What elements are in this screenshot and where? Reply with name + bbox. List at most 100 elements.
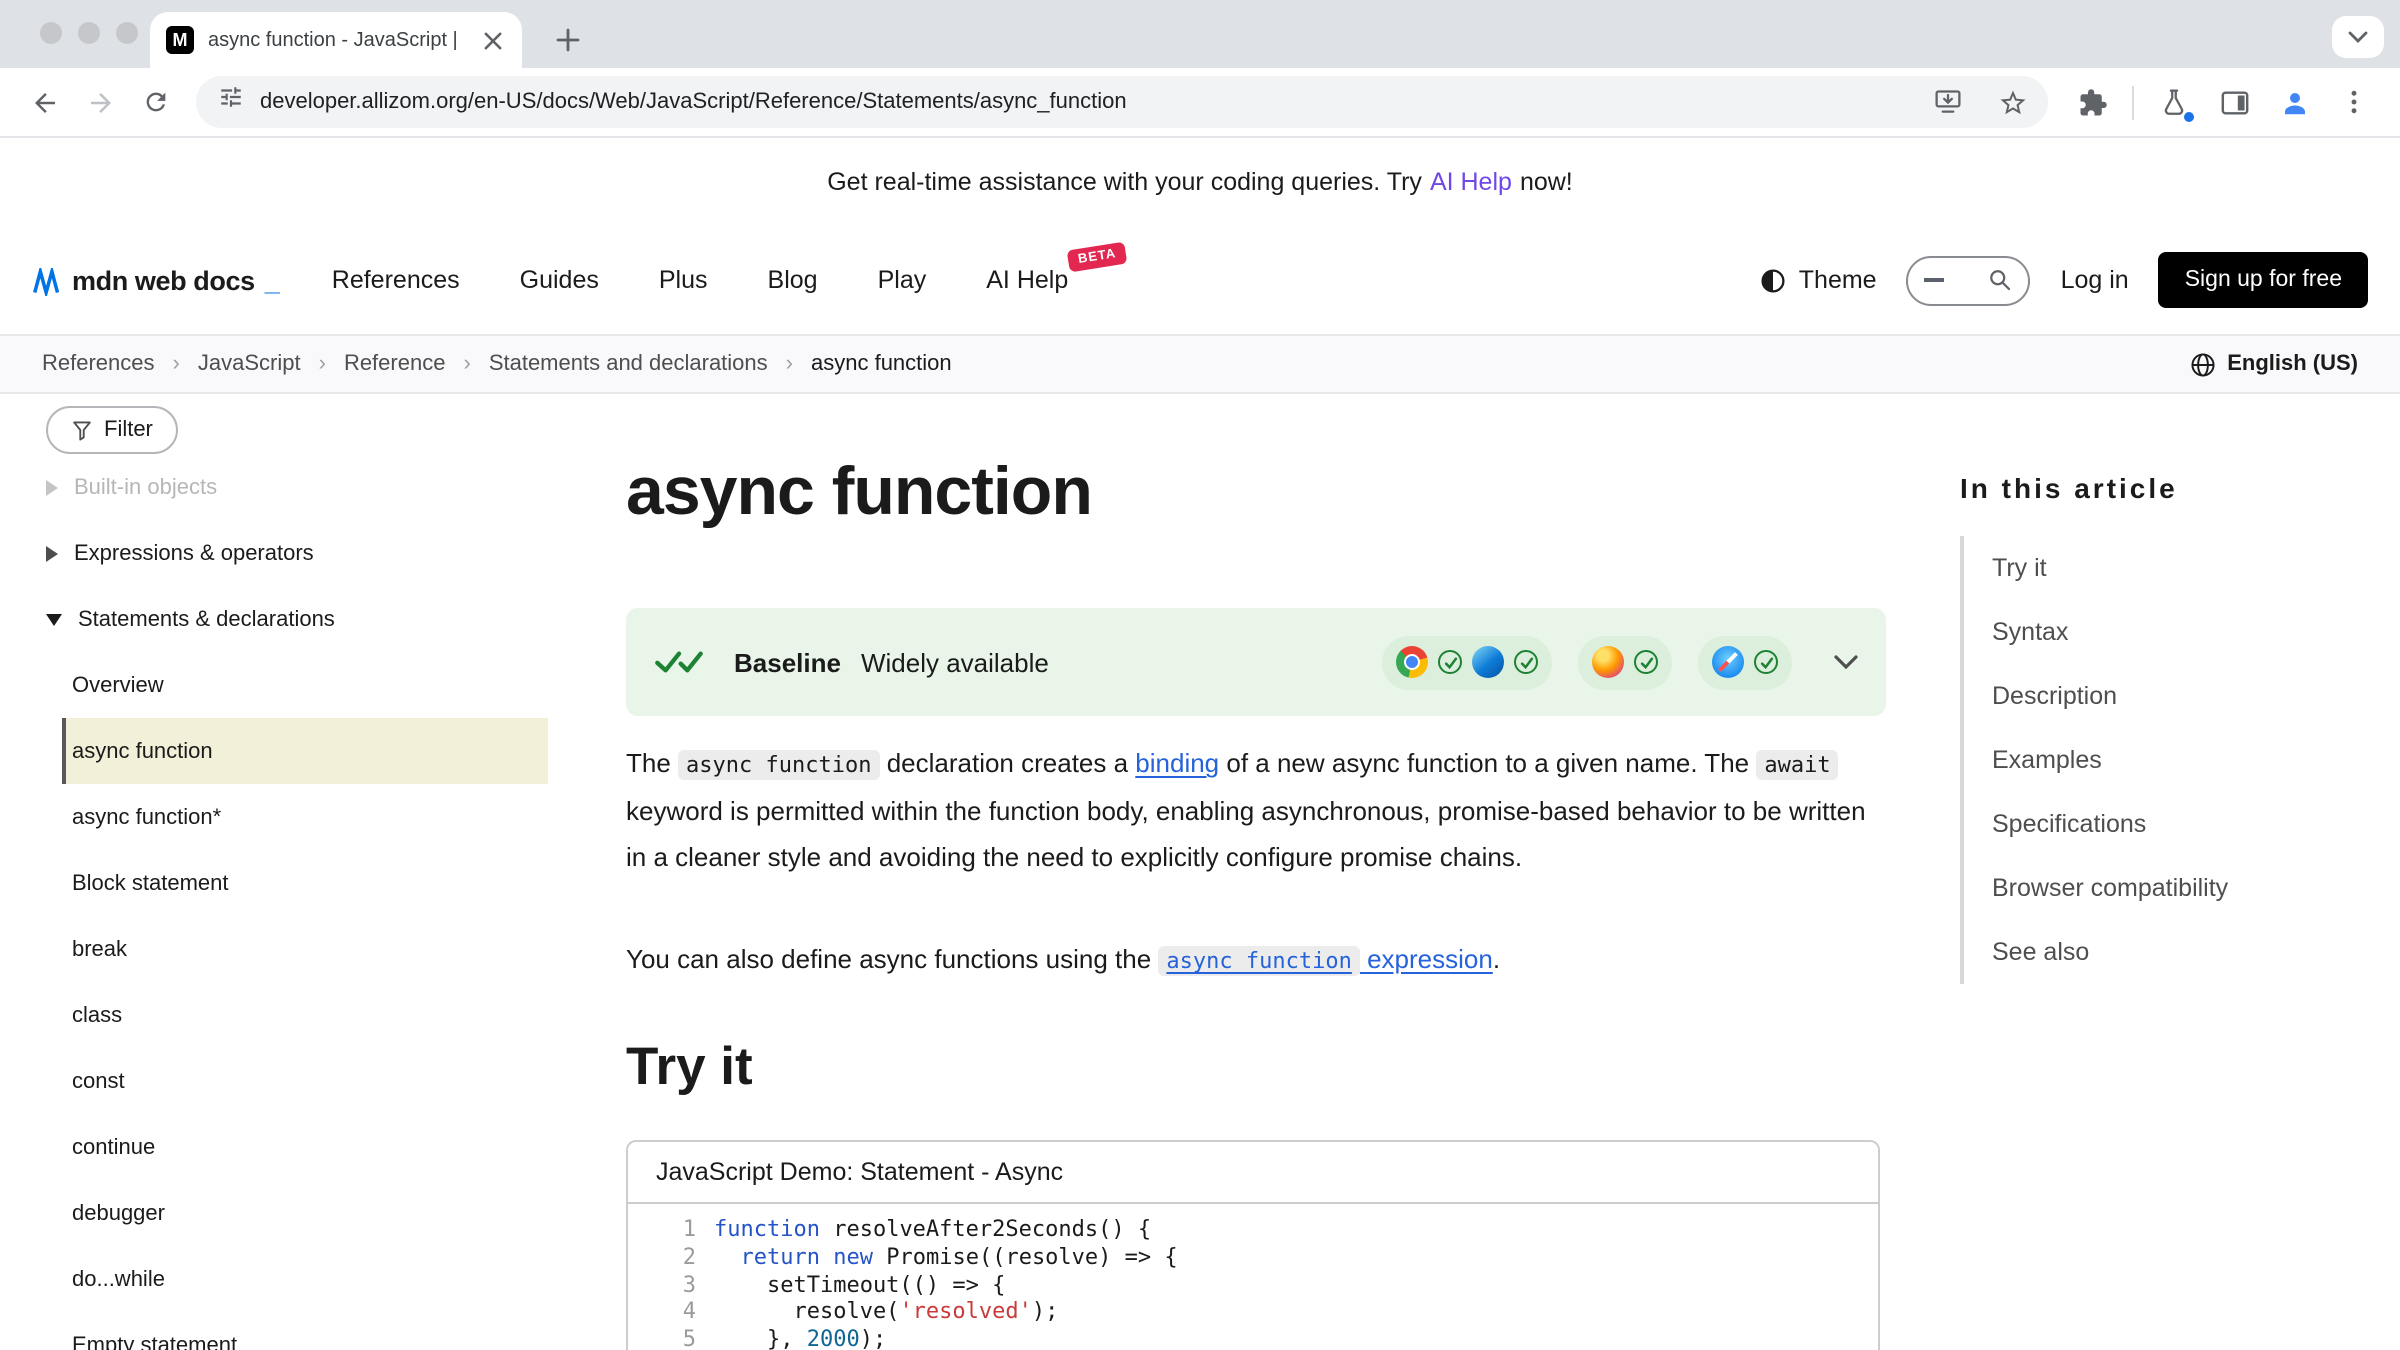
bookmark-star-icon[interactable]	[1988, 78, 2036, 126]
line-number: 3	[636, 1271, 696, 1299]
nav-ai-help[interactable]: AI Help BETA	[986, 266, 1068, 294]
primary-nav: References Guides Plus Blog Play AI Help…	[332, 266, 1068, 294]
toc-item-specifications[interactable]: Specifications	[1992, 792, 2400, 856]
zoom-window-button[interactable]	[116, 22, 138, 44]
sidebar-item-class[interactable]: class	[62, 982, 548, 1048]
chip-firefox	[1578, 635, 1672, 689]
search-cursor	[1925, 278, 1945, 282]
line-number: 2	[636, 1244, 696, 1272]
page-title: async function	[626, 454, 1886, 532]
toc-item-try-it[interactable]: Try it	[1992, 536, 2400, 600]
sidebar-sublist: Overview async function async function* …	[62, 652, 614, 1350]
language-selector[interactable]: English (US)	[2189, 351, 2358, 377]
sidebar-section-statements-declarations[interactable]: Statements & declarations	[46, 586, 614, 652]
new-tab-button[interactable]	[548, 20, 588, 60]
page-content: Filter Built-in objects Expressions & op…	[0, 394, 2400, 1350]
crumb-references[interactable]: References	[42, 352, 155, 376]
logo-wordmark: mdn web docs	[72, 265, 255, 295]
sidebar-item-const[interactable]: const	[62, 1048, 548, 1114]
promo-text-before: Get real-time assistance with your codin…	[827, 168, 1422, 196]
baseline-label: Baseline	[734, 647, 841, 677]
code-line: 1 function resolveAfter2Seconds() {	[636, 1216, 1878, 1244]
tab-close-icon[interactable]	[478, 26, 506, 54]
nav-plus[interactable]: Plus	[659, 266, 708, 294]
code-text: function resolveAfter2Seconds() {	[714, 1216, 1151, 1244]
back-button[interactable]	[16, 74, 72, 130]
experiments-beaker-icon[interactable]	[2146, 74, 2202, 130]
crumb-javascript[interactable]: JavaScript	[198, 352, 301, 376]
demo-code-editor[interactable]: 1 function resolveAfter2Seconds() { 2 re…	[628, 1204, 1878, 1350]
login-link[interactable]: Log in	[2061, 266, 2129, 294]
code-text: }, 2000);	[714, 1326, 886, 1350]
nav-references[interactable]: References	[332, 266, 460, 294]
baseline-expand-button[interactable]	[1834, 654, 1858, 670]
window-controls	[40, 22, 138, 44]
reload-button[interactable]	[128, 74, 184, 130]
chrome-icon	[1396, 646, 1428, 678]
nav-play[interactable]: Play	[878, 266, 927, 294]
sidebar-section-label: Expressions & operators	[74, 541, 314, 565]
sidebar-item-block-statement[interactable]: Block statement	[62, 850, 548, 916]
demo-title: JavaScript Demo: Statement - Async	[628, 1142, 1878, 1204]
extensions-icon[interactable]	[2064, 74, 2120, 130]
sidebar-item-break[interactable]: break	[62, 916, 548, 982]
code-text: return new Promise((resolve) => {	[714, 1244, 1178, 1272]
close-window-button[interactable]	[40, 22, 62, 44]
sidebar-item-overview[interactable]: Overview	[62, 652, 548, 718]
site-settings-icon[interactable]	[218, 84, 244, 120]
address-bar[interactable]: developer.allizom.org/en-US/docs/Web/Jav…	[196, 76, 2048, 128]
caret-right-icon	[46, 545, 58, 561]
minimize-window-button[interactable]	[78, 22, 100, 44]
mdn-logo[interactable]: mdn web docs_	[32, 265, 280, 295]
toc-item-examples[interactable]: Examples	[1992, 728, 2400, 792]
article-main: async function Baseline Widely available	[626, 394, 1886, 1350]
interactive-demo: JavaScript Demo: Statement - Async 1 fun…	[626, 1140, 1880, 1350]
baseline-check-icon	[654, 648, 714, 676]
signup-button[interactable]: Sign up for free	[2159, 252, 2368, 308]
filter-label: Filter	[104, 418, 153, 442]
toc-list: Try it Syntax Description Examples Speci…	[1960, 536, 2400, 984]
toc-item-browser-compatibility[interactable]: Browser compatibility	[1992, 856, 2400, 920]
profile-avatar-icon[interactable]	[2266, 74, 2322, 130]
forward-button[interactable]	[72, 74, 128, 130]
toolbar-actions	[2064, 74, 2382, 130]
sidebar-item-do-while[interactable]: do...while	[62, 1246, 548, 1312]
url-text[interactable]: developer.allizom.org/en-US/docs/Web/Jav…	[260, 90, 1908, 114]
tab-search-button[interactable]	[2332, 16, 2384, 58]
menu-kebab-icon[interactable]	[2326, 74, 2382, 130]
sidebar-section-label: Statements & declarations	[78, 607, 335, 631]
toc-sidebar: In this article Try it Syntax Descriptio…	[1886, 394, 2400, 1350]
sidebar-item-continue[interactable]: continue	[62, 1114, 548, 1180]
browser-support-chips	[1382, 635, 1792, 689]
side-panel-icon[interactable]	[2206, 74, 2262, 130]
notification-dot	[2184, 112, 2194, 122]
browser-tab[interactable]: M async function - JavaScript |	[150, 12, 522, 68]
sidebar-section-built-in-objects[interactable]: Built-in objects	[46, 454, 614, 520]
theme-label: Theme	[1799, 266, 1877, 294]
crumb-reference[interactable]: Reference	[344, 352, 446, 376]
sidebar-item-empty-statement[interactable]: Empty statement	[62, 1312, 548, 1350]
nav-blog[interactable]: Blog	[768, 266, 818, 294]
ai-help-link[interactable]: AI Help	[1430, 168, 1512, 196]
filter-button[interactable]: Filter	[46, 406, 179, 454]
sidebar-item-debugger[interactable]: debugger	[62, 1180, 548, 1246]
theme-toggle[interactable]: Theme	[1761, 266, 1877, 294]
toc-item-description[interactable]: Description	[1992, 664, 2400, 728]
line-number: 5	[636, 1326, 696, 1350]
toc-item-see-also[interactable]: See also	[1992, 920, 2400, 984]
supported-check-icon	[1754, 650, 1778, 674]
code-line: 2 return new Promise((resolve) => {	[636, 1244, 1878, 1272]
sidebar-item-async-function-star[interactable]: async function*	[62, 784, 548, 850]
baseline-status: Widely available	[861, 647, 1049, 677]
search-input[interactable]	[1907, 255, 2031, 305]
nav-guides[interactable]: Guides	[520, 266, 599, 294]
sidebar-item-async-function[interactable]: async function	[62, 718, 548, 784]
toc-title: In this article	[1960, 470, 2400, 506]
install-app-icon[interactable]	[1924, 78, 1972, 126]
intro-paragraph: The async function declaration creates a…	[626, 740, 1886, 880]
crumb-statements[interactable]: Statements and declarations	[489, 352, 768, 376]
sidebar-section-expressions-operators[interactable]: Expressions & operators	[46, 520, 614, 586]
toc-item-syntax[interactable]: Syntax	[1992, 600, 2400, 664]
baseline-banner: Baseline Widely available	[626, 608, 1886, 716]
promo-text-after: now!	[1520, 168, 1573, 196]
